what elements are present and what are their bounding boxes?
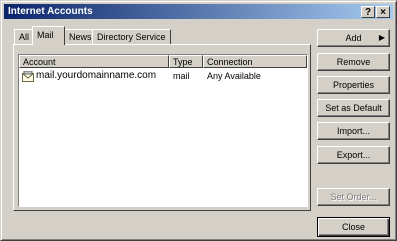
account-type: mail	[173, 71, 190, 81]
properties-button[interactable]: Properties	[317, 76, 390, 94]
account-connection: Any Available	[207, 71, 261, 81]
column-header-connection[interactable]: Connection	[203, 55, 307, 68]
account-name: mail.yourdomainname.com	[36, 70, 157, 81]
tab-mail[interactable]: Mail	[32, 26, 65, 45]
export-button[interactable]: Export...	[317, 146, 390, 164]
column-header-account[interactable]: Account	[19, 55, 169, 68]
set-as-default-button[interactable]: Set as Default	[317, 99, 390, 117]
list-item[interactable]: mail.yourdomainname.com mail Any Availab…	[19, 69, 307, 85]
remove-button[interactable]: Remove	[317, 53, 390, 71]
title-bar[interactable]: Internet Accounts ? ×	[4, 4, 393, 19]
internet-accounts-window: Internet Accounts ? × All Mail News Dire…	[0, 0, 397, 241]
column-header-type[interactable]: Type	[169, 55, 203, 68]
tab-directory-service[interactable]: Directory Service	[92, 29, 171, 44]
accounts-list[interactable]: Account Type Connection mail.yourdomainn…	[18, 54, 308, 207]
close-window-button[interactable]: ×	[376, 6, 390, 18]
help-button[interactable]: ?	[361, 6, 375, 18]
add-label: Add	[345, 33, 362, 43]
window-title: Internet Accounts	[8, 6, 93, 17]
add-button[interactable]: Add ▶	[317, 29, 390, 47]
mail-account-icon	[22, 70, 34, 82]
arrow-right-icon: ▶	[378, 33, 385, 42]
close-button[interactable]: Close	[317, 217, 390, 237]
tab-all[interactable]: All	[14, 29, 35, 44]
import-button[interactable]: Import...	[317, 122, 390, 140]
set-order-label: Set Order...	[330, 192, 377, 202]
set-order-button[interactable]: Set Order...	[317, 188, 390, 206]
